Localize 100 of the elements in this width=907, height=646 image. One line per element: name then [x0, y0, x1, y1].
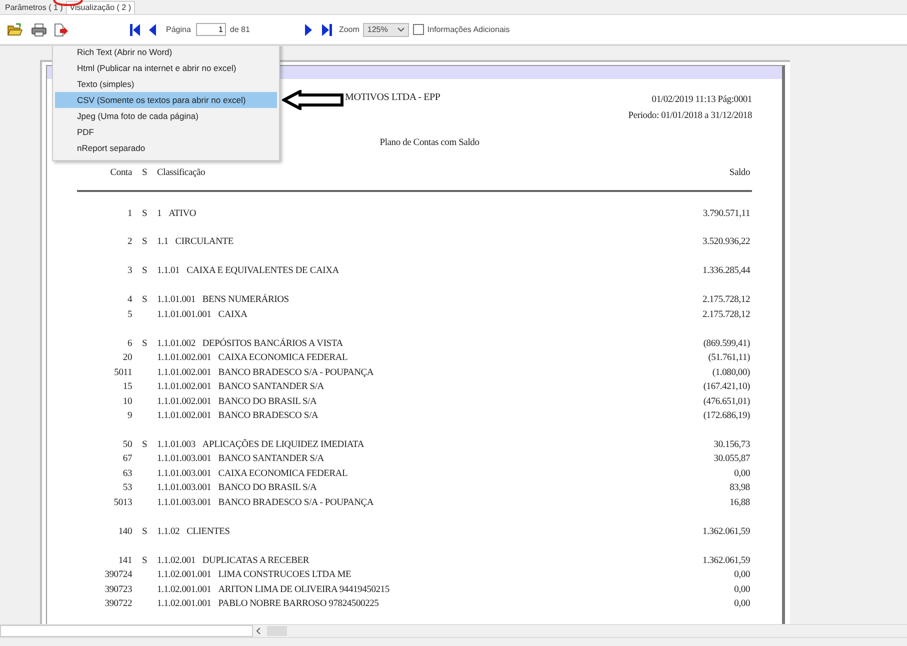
open-folder-icon[interactable]	[7, 22, 23, 36]
account-code: 1.1.01.002.001	[157, 368, 212, 378]
balance-value: 30.055,87	[714, 454, 750, 464]
account-number: 141	[118, 556, 132, 566]
column-header: S	[142, 168, 148, 178]
account-code: 1.1	[157, 237, 168, 248]
account-code: 1	[157, 208, 162, 218]
page-number-field[interactable]: 1	[196, 23, 226, 36]
menu-item[interactable]: CSV (Somente os textos para abrir no excel)	[55, 92, 277, 108]
account-name: BANCO DO BRASIL S/A	[218, 483, 317, 494]
balance-value: 0,00	[734, 599, 750, 610]
account-number: 9	[127, 411, 132, 422]
account-name: DEPÓSITOS BANCÁRIOS A VISTA	[202, 338, 343, 349]
caret-icon	[397, 27, 406, 32]
account-code: 1.1.01.001	[157, 295, 196, 306]
column-header: Saldo	[729, 168, 750, 178]
report-timestamp: 01/02/2019 11:13 Pág:0001	[650, 94, 752, 107]
account-code: 1.1.01.003.001	[157, 468, 212, 479]
zoom-label: Zoom	[338, 25, 360, 34]
account-code: 1.1.02	[157, 526, 180, 537]
account-code: 1.1.01.002.001	[157, 411, 212, 422]
account-name: BANCO BRADESCO S/A - POUPANÇA	[218, 368, 374, 378]
account-number: 53	[122, 483, 132, 494]
account-code: 1.1.01.002.001	[157, 353, 212, 364]
account-code: 1.1.02.001	[157, 556, 196, 566]
printer-icon[interactable]	[31, 22, 47, 36]
balance-value: 30.156,73	[714, 440, 750, 450]
page-count: de 81	[230, 25, 250, 34]
account-code: 1.1.01.002.001	[157, 396, 212, 407]
account-name: APLICAÇÕES DE LIQUIDEZ IMEDIATA	[202, 440, 364, 450]
company-name: MOTIVOS LTDA - EPP	[345, 92, 440, 103]
account-name: CAIXA	[218, 310, 248, 320]
last-page-icon[interactable]	[320, 22, 333, 36]
synthetic-label: S	[142, 526, 148, 537]
previous-page-icon[interactable]	[148, 22, 157, 36]
tab[interactable]: Visualização ( 2 )	[66, 1, 136, 14]
balance-value: (1.080,00)	[712, 368, 750, 378]
account-name: BANCO SANTANDER S/A	[218, 382, 324, 392]
account-name: BANCO SANTANDER S/A	[218, 454, 324, 464]
menu-item[interactable]: Rich Text (Abrir no Word)	[55, 46, 277, 60]
account-name: ATIVO	[168, 208, 196, 218]
account-number: 5013	[114, 498, 132, 508]
menu-item[interactable]: nReport separado	[55, 140, 277, 156]
account-code: 1.1.01.003.001	[157, 498, 212, 508]
account-name: ARITON LIMA DE OLIVEIRA 94419450215	[218, 584, 390, 595]
balance-value: 2.175.728,12	[702, 295, 750, 306]
first-page-icon[interactable]	[129, 22, 141, 36]
balance-value: 3.520.936,22	[702, 237, 750, 248]
account-name: CAIXA ECONOMICA FEDERAL	[218, 353, 348, 364]
account-name: DUPLICATAS A RECEBER	[202, 556, 310, 566]
synthetic-label: S	[142, 266, 148, 276]
account-code: 1.1.02.001.001	[157, 570, 212, 580]
account-code: 1.1.01.003.001	[157, 454, 212, 464]
account-number: 67	[122, 454, 132, 464]
checkbox-label[interactable]: Informações Adicionais	[427, 25, 510, 34]
synthetic-label: S	[142, 237, 148, 248]
account-name: BENS NUMERÁRIOS	[202, 295, 289, 306]
account-number: 5011	[114, 368, 132, 378]
report-period: Periodo: 01/01/2018 a 31/12/2018	[628, 110, 752, 123]
account-code: 1.1.01.001.001	[157, 310, 212, 320]
account-number: 390723	[104, 584, 132, 595]
report-title: Plano de Contas com Saldo	[378, 138, 480, 148]
balance-value: 1.362.061,59	[702, 556, 750, 566]
account-name: CAIXA ECONOMICA FEDERAL	[218, 468, 348, 479]
account-number: 63	[122, 468, 132, 479]
account-number: 20	[122, 353, 132, 364]
menu-item[interactable]: PDF	[55, 124, 277, 140]
balance-value: (869.599,41)	[703, 338, 750, 349]
annotation-mark	[53, 0, 83, 6]
menu-item[interactable]: Html (Publicar na internet e abrir no excel)	[55, 60, 277, 76]
balance-value: (172.686,19)	[703, 411, 750, 422]
account-name: BANCO BRADESCO S/A - POUPANÇA	[218, 498, 374, 508]
menu-item[interactable]: Texto (simples)	[55, 76, 277, 92]
balance-value: (51.761,11)	[708, 353, 750, 364]
account-code: 1.1.02.001.001	[157, 584, 212, 595]
account-code: 1.1.01.003	[157, 440, 196, 450]
balance-value: 1.362.061,59	[702, 526, 750, 537]
account-code: 1.1.01.003.001	[157, 483, 212, 494]
account-number: 10	[122, 396, 132, 407]
balance-value: 2.175.728,12	[702, 310, 750, 320]
account-name: BANCO BRADESCO S/A	[218, 411, 318, 422]
column-header: Classificação	[157, 168, 206, 178]
account-name: CLIENTES	[186, 526, 230, 537]
account-number: 390724	[104, 570, 132, 580]
balance-value: 0,00	[734, 570, 750, 580]
account-number: 5	[127, 310, 132, 320]
zoom-dropdown[interactable]: 125%	[363, 22, 410, 36]
balance-value: 0,00	[734, 468, 750, 479]
account-number: 4	[127, 295, 132, 306]
export-icon[interactable]	[53, 22, 69, 36]
account-code: 1.1.01.002	[157, 338, 196, 349]
menu-item[interactable]: Jpeg (Uma foto de cada página)	[55, 108, 277, 124]
next-page-icon[interactable]	[304, 22, 313, 36]
synthetic-label: S	[142, 338, 148, 349]
account-number: 6	[127, 338, 132, 349]
account-name: PABLO NOBRE BARROSO 97824500225	[218, 599, 379, 610]
page-label: Página	[166, 25, 191, 34]
checkbox[interactable]	[413, 24, 424, 35]
balance-value: 83,98	[730, 483, 750, 494]
account-number: 3	[127, 266, 132, 276]
